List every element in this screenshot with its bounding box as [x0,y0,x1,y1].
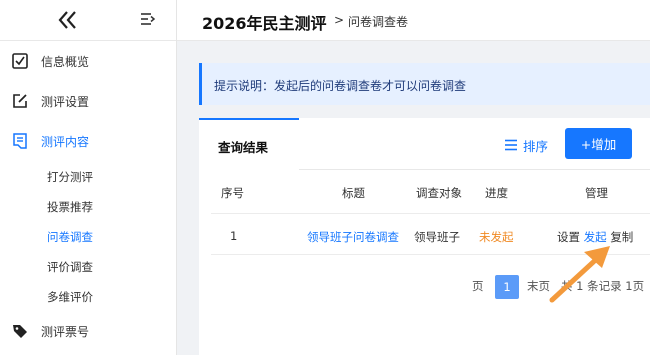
sort-label: 排序 [523,138,549,154]
sidebar-item-label: 测评内容 [41,135,90,149]
column-header-manage: 管理 [585,186,608,200]
annotation-arrow-icon [549,246,610,303]
menu-collapse-icon[interactable] [139,10,157,28]
sidebar-subitem-voting[interactable]: 投票推荐 [47,199,93,215]
notice-banner: 提示说明：发起后的问卷调查卷才可以问卷调查 [199,63,650,105]
sidebar-subitem-evaluation[interactable]: 评价调查 [47,259,93,275]
cell-title-link[interactable]: 领导班子问卷调查 [307,229,399,245]
column-header-target: 调查对象 [416,186,462,200]
checkbox-icon [12,53,28,69]
notice-text: 提示说明：发起后的问卷调查卷才可以问卷调查 [214,79,467,93]
tab-divider [299,169,650,170]
add-button[interactable]: +增加 [565,128,632,159]
sort-button[interactable]: 排序 [504,135,548,155]
cell-status: 未发起 [479,230,514,244]
sidebar-item-label: 信息概览 [41,55,90,69]
tag-icon [13,325,27,338]
column-header-title: 标题 [342,186,365,200]
tab-query-results[interactable]: 查询结果 [199,118,299,170]
sidebar-item-settings[interactable]: 测评设置 [0,86,176,116]
cell-target: 领导班子 [414,230,460,244]
pagination-current-page[interactable]: 1 [495,275,519,299]
double-chevron-left-icon[interactable] [56,8,80,32]
page-title: 2026年民主测评 [202,14,327,33]
column-header-progress: 进度 [485,186,508,200]
sidebar-subitem-questionnaire[interactable]: 问卷调查 [47,229,93,245]
column-header-index: 序号 [221,186,244,200]
page-header: 2026年民主测评 > 问卷调查卷 [177,0,650,41]
results-card: 查询结果 排序 +增加 序号 标题 调查对象 进度 管理 1 领导班子问卷调查 … [199,118,650,355]
sidebar-item-overview[interactable]: 信息概览 [0,46,176,76]
sidebar: 信息概览 测评设置 测评内容 打分测评 投票推荐 问卷调查 评价调查 多维评价 … [0,0,177,355]
sidebar-subitem-multidimensional[interactable]: 多维评价 [47,289,93,305]
cell-index: 1 [230,229,238,243]
sidebar-top [0,0,176,41]
sidebar-item-label: 测评设置 [41,95,90,109]
edit-icon [13,94,27,108]
list-icon [505,139,517,151]
document-list-icon [13,133,27,149]
breadcrumb-current: 问卷调查卷 [348,15,409,29]
sidebar-subitem-scoring[interactable]: 打分测评 [47,169,93,185]
breadcrumb-separator: > [334,13,345,27]
sidebar-item-label: 测评票号 [41,325,90,339]
table-divider [211,213,650,214]
sidebar-item-tickets[interactable]: 测评票号 [0,316,176,346]
sidebar-item-content[interactable]: 测评内容 [0,126,176,156]
tab-label: 查询结果 [218,140,269,155]
pagination-prev[interactable]: 页 [472,278,484,294]
